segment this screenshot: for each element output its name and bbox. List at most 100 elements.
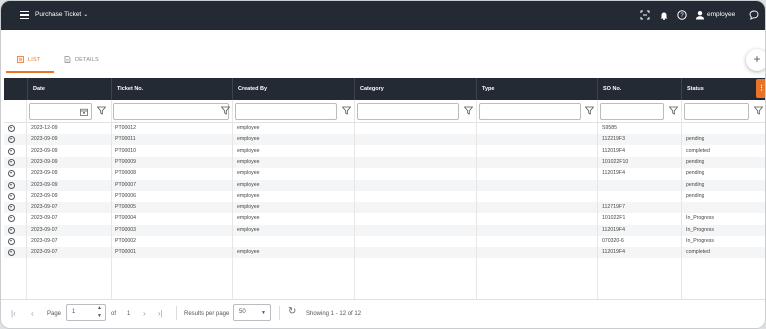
table-row[interactable]: 2023-09-09 PT00011 employee 112219F3 pending xyxy=(4,134,765,146)
cell-date: 2023-12-09 xyxy=(31,125,58,131)
filter-icon[interactable] xyxy=(342,106,351,115)
expand-row-icon[interactable] xyxy=(8,125,15,132)
table-header: Date Ticket No. Created By Category Type… xyxy=(4,78,765,100)
tab-list-label: LIST xyxy=(28,57,41,63)
cell-ticket-no: PT00012 xyxy=(115,125,137,131)
table-row[interactable]: 2023-09-09 PT00009 employee 101022F10 pendin… xyxy=(4,156,765,168)
filter-icon[interactable] xyxy=(585,106,594,115)
chat-icon[interactable] xyxy=(749,10,759,20)
cell-so-no: 112019F4 xyxy=(602,226,625,233)
expand-row-icon[interactable] xyxy=(8,192,15,200)
cell-so-no: 112219F3 xyxy=(602,136,625,143)
top-bar: Purchase Ticket ⌄ ? employee xyxy=(1,1,765,30)
table-row[interactable]: 2023-09-07 PT00005 employee 112719F7 xyxy=(4,202,765,214)
menu-icon[interactable] xyxy=(20,11,29,19)
expand-row-icon[interactable] xyxy=(8,147,15,155)
previous-page-icon[interactable]: ‹ xyxy=(31,309,34,318)
cell-created-by: employee xyxy=(237,158,260,165)
help-icon[interactable]: ? xyxy=(677,10,687,20)
last-page-icon[interactable]: ›| xyxy=(158,309,163,318)
user-icon[interactable] xyxy=(695,10,705,20)
column-header-so-no[interactable]: SO No. xyxy=(597,78,681,100)
app-title-dropdown[interactable]: Purchase Ticket ⌄ xyxy=(35,11,88,18)
table-row[interactable]: 2023-09-09 PT00007 employee pending xyxy=(4,179,765,191)
table-row[interactable]: 2023-09-07 PT00002 070320-6 In_Progress xyxy=(4,236,765,247)
filter-icon[interactable] xyxy=(97,106,106,115)
page-label: Page xyxy=(47,311,62,317)
app-title: Purchase Ticket xyxy=(35,11,82,18)
cell-created-by: employee xyxy=(237,125,260,131)
expand-row-icon[interactable] xyxy=(8,170,15,178)
column-header-type[interactable]: Type xyxy=(476,78,597,100)
table-row[interactable]: 2023-09-07 PT00003 employee 112019F4 In_Prog… xyxy=(4,224,765,236)
table-row[interactable]: 2023-09-07 PT00001 employee 112019F4 complet… xyxy=(4,247,765,259)
cell-so-no: S9585 xyxy=(602,125,618,131)
expand-column-header xyxy=(4,78,26,100)
user-name[interactable]: employee xyxy=(707,11,735,18)
so-no-filter-input[interactable] xyxy=(600,103,664,120)
cell-status: In_Progress xyxy=(686,238,714,244)
filter-icon[interactable] xyxy=(669,106,678,115)
pagination-bar: |‹ ‹ Page 1 ▲ ▼ of 1 › ›| Results per pa… xyxy=(1,299,765,328)
expand-row-icon[interactable] xyxy=(8,249,15,257)
refresh-icon[interactable]: ↻ xyxy=(288,306,296,317)
app-window: Purchase Ticket ⌄ ? employee LIST DETAILS… xyxy=(0,0,766,329)
column-header-status[interactable]: Status xyxy=(681,78,756,100)
bell-icon[interactable] xyxy=(659,10,669,20)
cell-status: pending xyxy=(686,192,705,199)
table-row[interactable]: 2023-12-09 PT00012 employee S9585 xyxy=(4,123,765,134)
expand-row-icon[interactable] xyxy=(8,215,15,223)
expand-row-icon[interactable] xyxy=(8,181,15,189)
tab-details[interactable]: DETAILS xyxy=(56,55,106,73)
tickets-table: Date Ticket No. Created By Category Type… xyxy=(4,78,765,300)
cell-created-by: employee xyxy=(237,181,260,188)
category-filter-input[interactable] xyxy=(357,103,459,120)
filter-icon[interactable] xyxy=(221,106,230,115)
created-by-filter-input[interactable] xyxy=(235,103,337,120)
expand-row-icon[interactable] xyxy=(8,136,15,144)
column-header-ticket-no[interactable]: Ticket No. xyxy=(111,78,232,100)
table-row[interactable]: 2023-09-09 PT00008 employee 112019F4 pending xyxy=(4,168,765,179)
table-row[interactable]: 2023-09-07 PT00004 employee 101022F1 In_Prog… xyxy=(4,213,765,224)
stepper-down-icon[interactable]: ▼ xyxy=(97,313,102,319)
next-page-icon[interactable]: › xyxy=(143,309,146,318)
results-per-page-select[interactable]: 50 ▼ xyxy=(233,304,271,321)
expand-row-icon[interactable] xyxy=(8,238,15,245)
cell-status: completed xyxy=(686,249,710,256)
expand-row-icon[interactable] xyxy=(8,158,15,166)
first-page-icon[interactable]: |‹ xyxy=(11,309,16,318)
add-button[interactable]: + xyxy=(746,49,765,71)
table-row[interactable]: 2023-09-09 PT00006 employee pending xyxy=(4,191,765,202)
cell-date: 2023-09-07 xyxy=(31,204,58,211)
cell-ticket-no: PT00006 xyxy=(115,192,137,199)
filter-row xyxy=(4,100,765,123)
table-row[interactable]: 2023-09-09 PT00010 employee 112019F4 complet… xyxy=(4,146,765,157)
cell-so-no: 112019F4 xyxy=(602,249,625,256)
status-filter-input[interactable] xyxy=(684,103,749,120)
column-header-category[interactable]: Category xyxy=(354,78,476,100)
stepper-up-icon[interactable]: ▲ xyxy=(97,305,102,311)
expand-row-icon[interactable] xyxy=(8,204,15,212)
cell-so-no: 101022F1 xyxy=(602,215,626,222)
cell-created-by: employee xyxy=(237,215,260,222)
calendar-icon[interactable] xyxy=(80,108,88,116)
column-header-created-by[interactable]: Created By xyxy=(232,78,354,100)
caret-down-icon: ▼ xyxy=(261,310,266,316)
list-icon xyxy=(17,56,24,63)
tab-list[interactable]: LIST xyxy=(6,55,54,73)
cell-date: 2023-09-09 xyxy=(31,181,58,188)
column-header-date[interactable]: Date xyxy=(27,78,111,100)
column-menu-button[interactable]: ⋮ xyxy=(756,79,765,98)
cell-so-no: 112719F7 xyxy=(602,204,625,211)
page-number-input[interactable]: 1 ▲ ▼ xyxy=(66,304,106,321)
cell-date: 2023-09-09 xyxy=(31,147,58,154)
cell-so-no: 112019F4 xyxy=(602,147,625,154)
type-filter-input[interactable] xyxy=(479,103,581,120)
expand-row-icon[interactable] xyxy=(8,226,15,234)
cell-status: In_Progress xyxy=(686,215,714,222)
ticket-no-filter-input[interactable] xyxy=(113,103,229,120)
cell-date: 2023-09-07 xyxy=(31,226,58,233)
scan-icon[interactable] xyxy=(640,10,650,20)
filter-icon[interactable] xyxy=(464,106,473,115)
filter-icon[interactable] xyxy=(754,106,763,115)
